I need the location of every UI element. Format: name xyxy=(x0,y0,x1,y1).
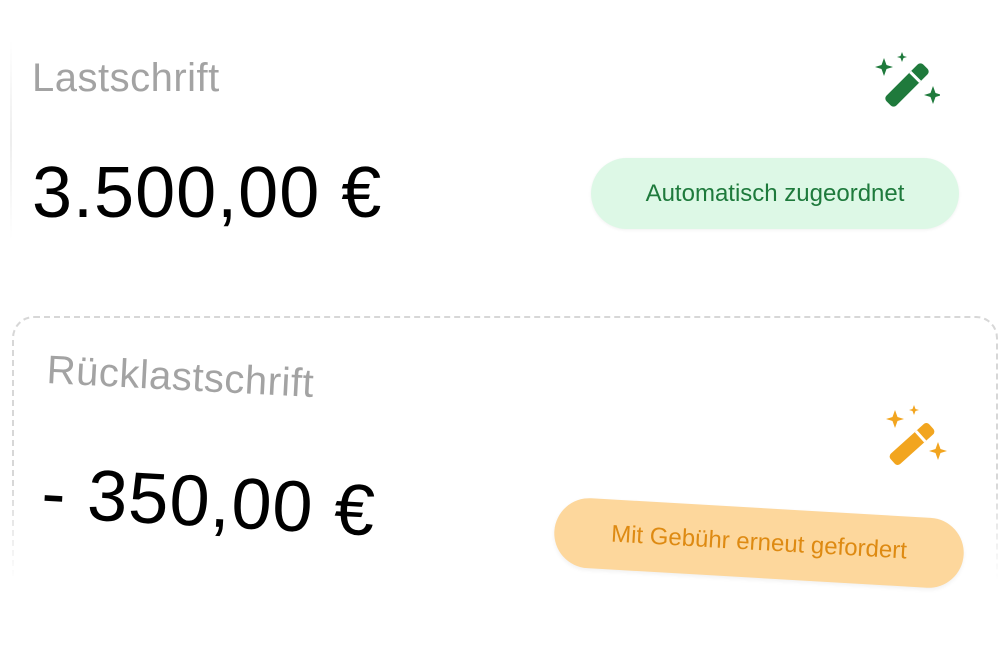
transaction-cards-stage: Lastschrift 3.500,00 € Automatisch zugeo… xyxy=(0,0,1006,661)
auto-assigned-badge: Automatisch zugeordnet xyxy=(591,158,959,229)
transaction-type-label: Lastschrift xyxy=(32,56,220,100)
transaction-card-lastschrift[interactable] xyxy=(10,0,994,290)
transaction-amount: 3.500,00 € xyxy=(32,153,383,233)
magic-wand-icon xyxy=(875,52,940,107)
card-edge xyxy=(10,40,12,240)
magic-wand-icon xyxy=(886,405,947,465)
